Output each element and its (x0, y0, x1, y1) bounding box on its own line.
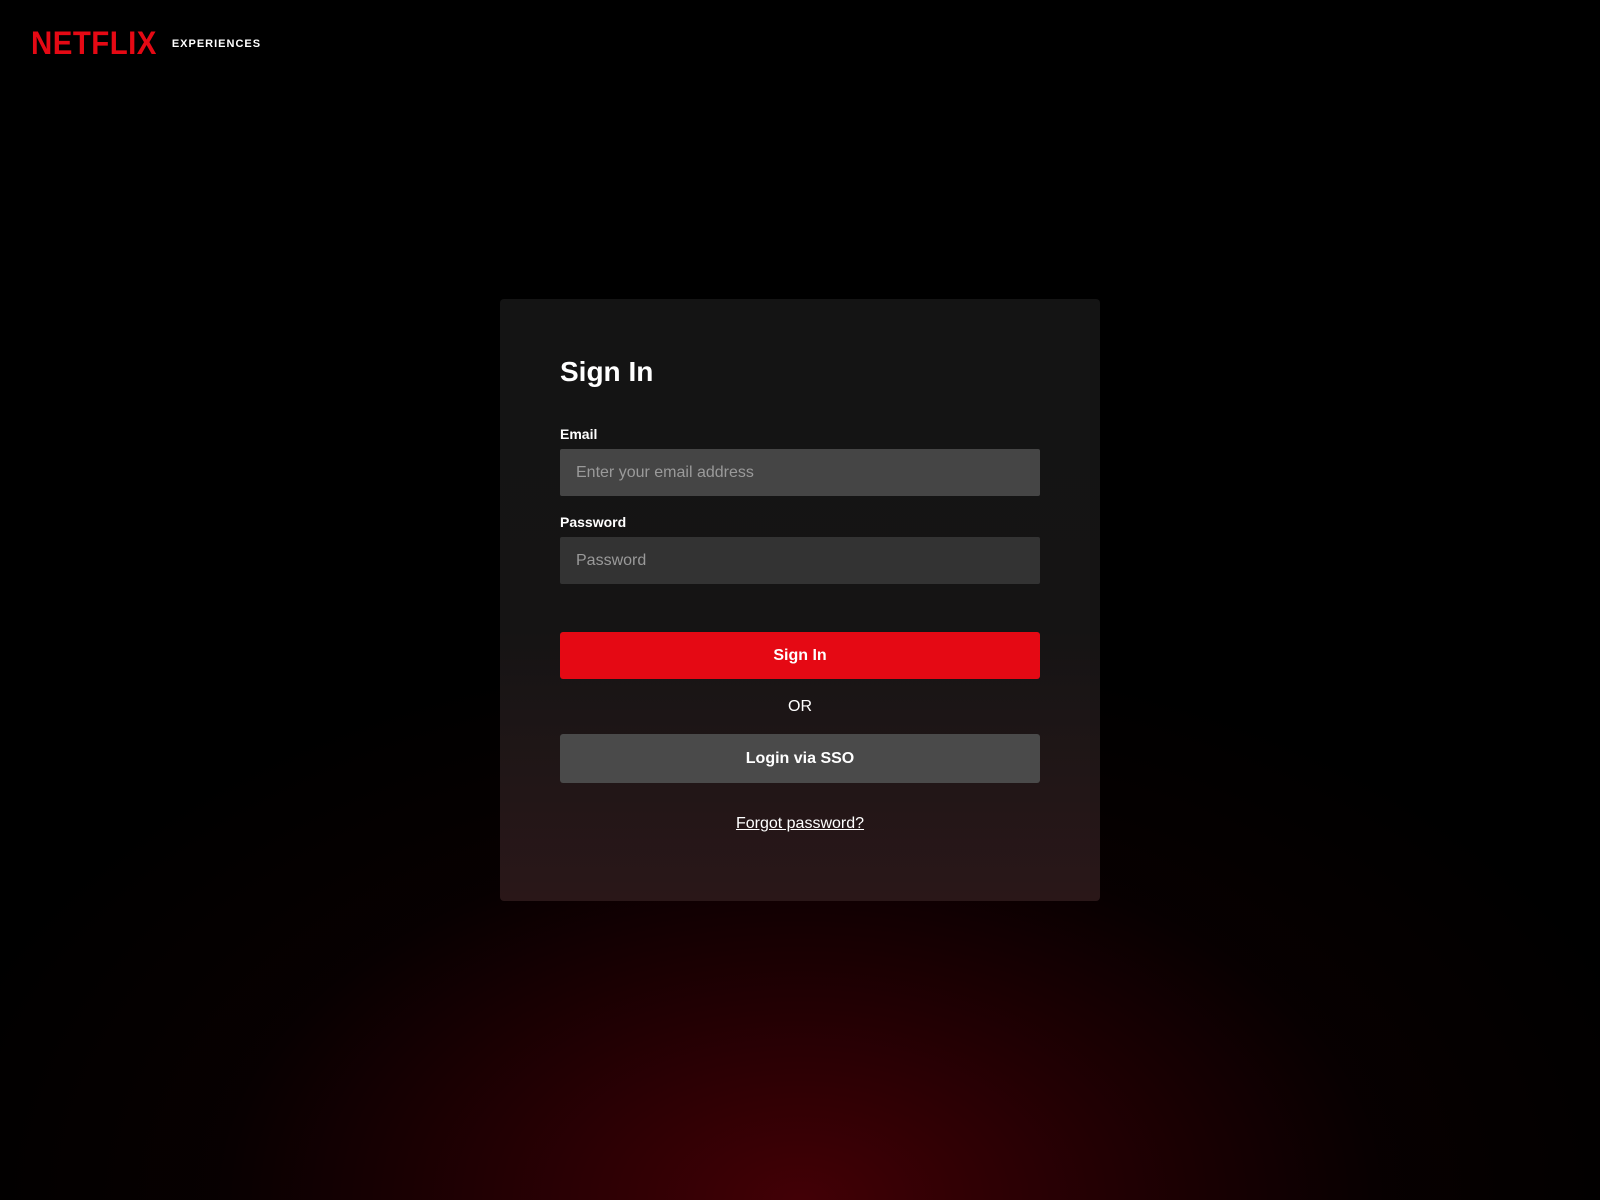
sso-login-button[interactable]: Login via SSO (560, 734, 1040, 783)
logo-subtitle: EXPERIENCES (171, 38, 262, 50)
password-label: Password (560, 514, 627, 530)
sign-in-button[interactable]: Sign In (560, 632, 1040, 679)
email-input[interactable] (560, 449, 1040, 496)
forgot-password-link[interactable]: Forgot password? (736, 815, 864, 832)
signin-title: Sign In (560, 356, 654, 387)
netflix-logo[interactable]: NETFLIX (31, 26, 157, 60)
signin-card: Sign In Email Password Sign In OR Login … (500, 299, 1100, 901)
or-divider: OR (788, 698, 812, 715)
site-header: NETFLIX EXPERIENCES (31, 26, 261, 60)
password-input[interactable] (560, 537, 1040, 584)
email-label: Email (560, 426, 598, 442)
forgot-password-wrapper: Forgot password? (560, 815, 1040, 833)
